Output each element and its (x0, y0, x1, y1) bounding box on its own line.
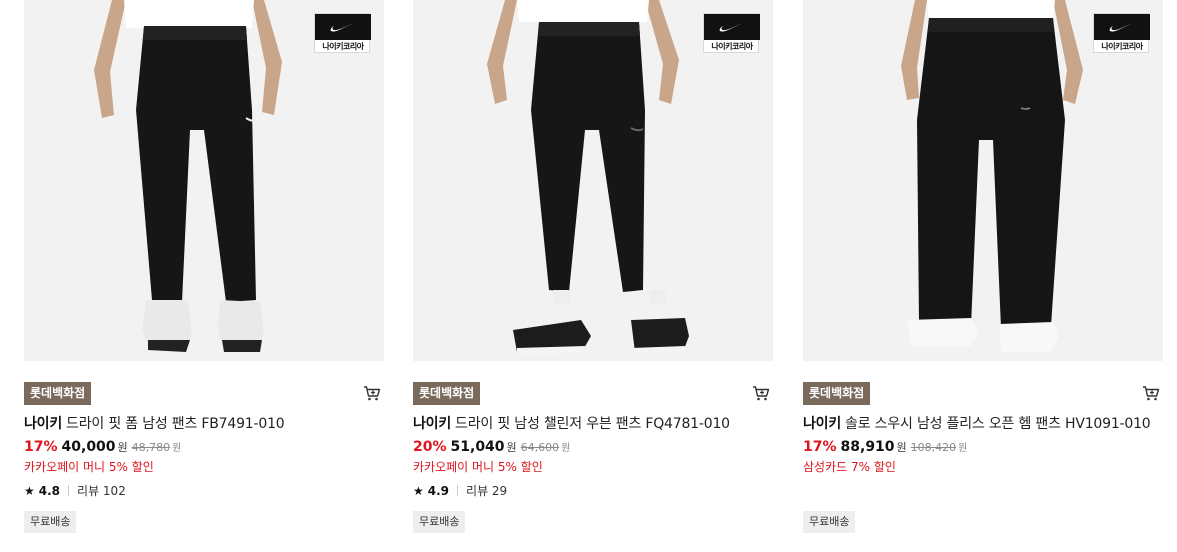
original-price: 48,780 (131, 441, 171, 454)
review-count: 리뷰 102 (77, 484, 126, 498)
rating-score: 4.8 (38, 484, 61, 498)
cart-icon[interactable] (362, 383, 382, 403)
discount-rate: 17% (24, 439, 58, 455)
divider (457, 485, 459, 496)
product-name: 드라이 핏 남성 챌린저 우븐 팬츠 FQ4781-010 (455, 416, 730, 432)
cart-icon[interactable] (751, 383, 771, 403)
nike-swoosh-icon (315, 14, 371, 40)
product-title[interactable]: 나이키 드라이 핏 남성 챌린저 우븐 팬츠 FQ4781-010 (413, 413, 773, 435)
currency: 원 (506, 441, 517, 454)
price-row: 17% 40,000 원 48,780 원 (24, 437, 384, 457)
store-tag: 롯데백화점 (803, 382, 871, 405)
star-icon: ★ (24, 484, 35, 498)
sale-price: 51,040 (450, 439, 505, 455)
brand-badge: 나이키코리아 (703, 13, 760, 53)
promo-text: 카카오페이 머니 5% 할인 (413, 460, 543, 474)
currency: 원 (896, 441, 907, 454)
star-icon: ★ (413, 484, 424, 498)
store-tag: 롯데백화점 (24, 382, 92, 405)
store-tag: 롯데백화점 (413, 382, 481, 405)
price-row: 20% 51,040 원 64,600 원 (413, 437, 773, 457)
product-title[interactable]: 나이키 솔로 스우시 남성 플리스 오픈 헴 팬츠 HV1091-010 (803, 413, 1163, 435)
free-shipping-badge: 무료배송 (413, 511, 466, 533)
discount-rate: 17% (803, 439, 837, 455)
product-brand: 나이키 (24, 416, 63, 432)
price-row: 17% 88,910 원 108,420 원 (803, 437, 1163, 457)
sale-price: 40,000 (61, 439, 116, 455)
original-currency: 원 (958, 443, 968, 454)
cart-icon[interactable] (1141, 383, 1161, 403)
product-photo (803, 0, 1163, 361)
sale-price: 88,910 (840, 439, 895, 455)
product-card[interactable]: 나이키코리아 롯데백화점 나이키 드라이 핏 남성 챌린저 우븐 팬츠 FQ478… (413, 0, 773, 501)
brand-badge-label: 나이키코리아 (1101, 42, 1143, 51)
product-image[interactable]: 나이키코리아 (24, 0, 384, 361)
brand-badge: 나이키코리아 (1093, 13, 1150, 53)
discount-rate: 20% (413, 439, 447, 455)
product-photo (24, 0, 384, 361)
product-brand: 나이키 (803, 416, 842, 432)
original-currency: 원 (561, 443, 571, 454)
currency: 원 (117, 441, 128, 454)
brand-badge-label: 나이키코리아 (322, 42, 364, 51)
nike-swoosh-icon (704, 14, 760, 40)
product-brand: 나이키 (413, 416, 452, 432)
original-price: 64,600 (520, 441, 560, 454)
free-shipping-badge: 무료배송 (24, 511, 77, 533)
free-shipping-badge: 무료배송 (803, 511, 856, 533)
product-image[interactable]: 나이키코리아 (413, 0, 773, 361)
product-name: 솔로 스우시 남성 플리스 오픈 헴 팬츠 HV1091-010 (845, 416, 1151, 432)
promo-text: 삼성카드 7% 할인 (803, 460, 896, 474)
divider (68, 485, 70, 496)
product-card[interactable]: 나이키코리아 롯데백화점 나이키 드라이 핏 폼 남성 팬츠 FB7491-010… (24, 0, 384, 501)
rating-row: ★ 4.8 리뷰 102 (24, 481, 384, 501)
product-name: 드라이 핏 폼 남성 팬츠 FB7491-010 (66, 416, 285, 432)
review-count: 리뷰 29 (466, 484, 508, 498)
product-image[interactable]: 나이키코리아 (803, 0, 1163, 361)
original-price: 108,420 (910, 441, 957, 454)
brand-badge: 나이키코리아 (314, 13, 371, 53)
rating-row: ★ 4.9 리뷰 29 (413, 481, 773, 501)
promo-text: 카카오페이 머니 5% 할인 (24, 460, 154, 474)
nike-swoosh-icon (1094, 14, 1150, 40)
original-currency: 원 (172, 443, 182, 454)
rating-score: 4.9 (427, 484, 450, 498)
brand-badge-label: 나이키코리아 (711, 42, 753, 51)
product-card[interactable]: 나이키코리아 롯데백화점 나이키 솔로 스우시 남성 플리스 오픈 헴 팬츠 HV… (803, 0, 1163, 476)
product-title[interactable]: 나이키 드라이 핏 폼 남성 팬츠 FB7491-010 (24, 413, 384, 435)
product-photo (413, 0, 773, 361)
